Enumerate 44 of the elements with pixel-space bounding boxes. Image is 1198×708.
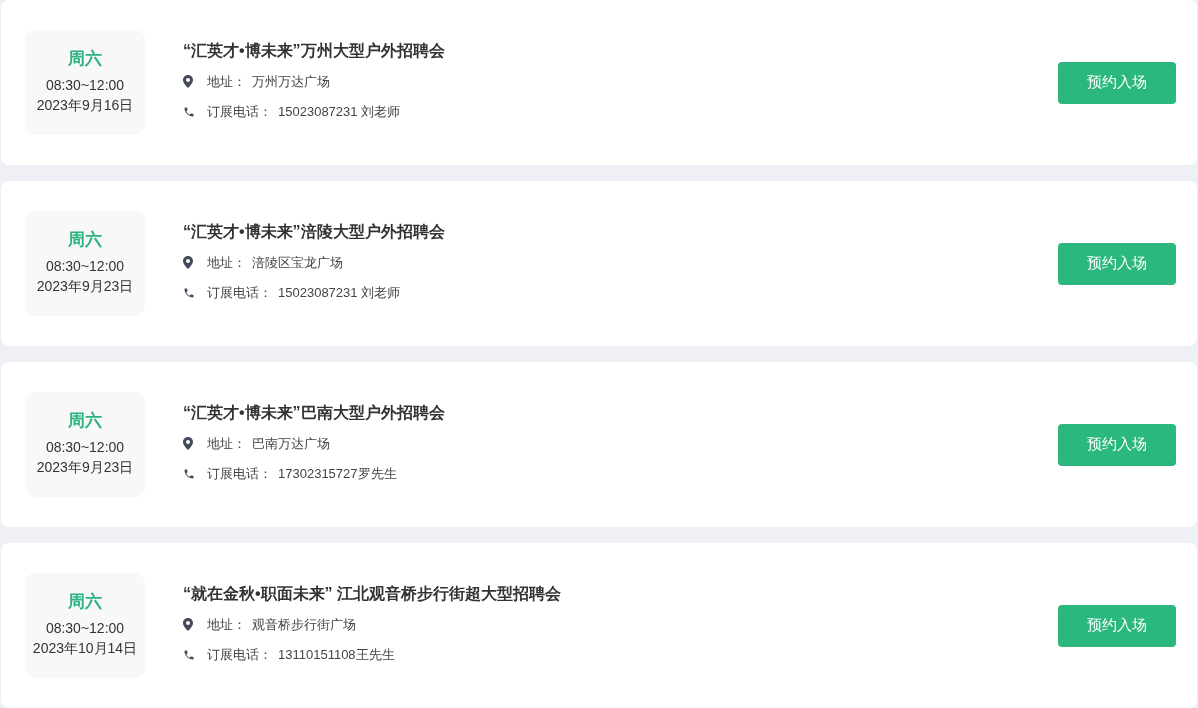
phone-text: 15023087231 刘老师 [278, 283, 401, 302]
time-text: 08:30~12:00 [45, 619, 125, 638]
phone-icon [183, 467, 195, 480]
date-text: 2023年10月14日 [32, 639, 138, 658]
address-label: 地址： [207, 253, 246, 272]
weekday-text: 周六 [68, 591, 102, 613]
reserve-button[interactable]: 预约入场 [1058, 61, 1176, 104]
reserve-button[interactable]: 预约入场 [1058, 242, 1176, 285]
address-label: 地址： [207, 72, 246, 91]
address-text: 万州万达广场 [252, 72, 330, 91]
weekday-text: 周六 [68, 229, 102, 251]
weekday-text: 周六 [68, 48, 102, 70]
map-pin-icon [183, 618, 193, 631]
time-text: 08:30~12:00 [45, 257, 125, 276]
address-text: 巴南万达广场 [252, 434, 330, 453]
time-text: 08:30~12:00 [45, 438, 125, 457]
event-title: “汇英才•博未来”巴南大型户外招聘会 [183, 402, 446, 423]
phone-label: 订展电话： [207, 102, 272, 121]
phone-label: 订展电话： [207, 645, 272, 664]
address-label: 地址： [207, 434, 246, 453]
event-title: “汇英才•博未来”涪陵大型户外招聘会 [183, 221, 446, 242]
map-pin-icon [183, 437, 193, 450]
address-text: 涪陵区宝龙广场 [252, 253, 343, 272]
map-pin-icon [183, 256, 193, 269]
weekday-text: 周六 [68, 410, 102, 432]
date-text: 2023年9月16日 [36, 96, 134, 115]
map-pin-icon [183, 75, 193, 88]
reserve-button[interactable]: 预约入场 [1058, 423, 1176, 466]
time-text: 08:30~12:00 [45, 76, 125, 95]
phone-text: 15023087231 刘老师 [278, 102, 401, 121]
phone-label: 订展电话： [207, 464, 272, 483]
phone-label: 订展电话： [207, 283, 272, 302]
address-label: 地址： [207, 615, 246, 634]
event-title: “就在金秋•职面未来” 江北观音桥步行街超大型招聘会 [183, 583, 563, 604]
phone-icon [183, 286, 195, 299]
reserve-button[interactable]: 预约入场 [1058, 604, 1176, 647]
phone-text: 17302315727罗先生 [278, 464, 397, 483]
phone-icon [183, 648, 195, 661]
event-title: “汇英才•博未来”万州大型户外招聘会 [183, 40, 446, 61]
date-text: 2023年9月23日 [36, 277, 134, 296]
date-text: 2023年9月23日 [36, 458, 134, 477]
address-text: 观音桥步行街广场 [252, 615, 356, 634]
phone-icon [183, 105, 195, 118]
phone-text: 13110151108王先生 [278, 645, 395, 664]
